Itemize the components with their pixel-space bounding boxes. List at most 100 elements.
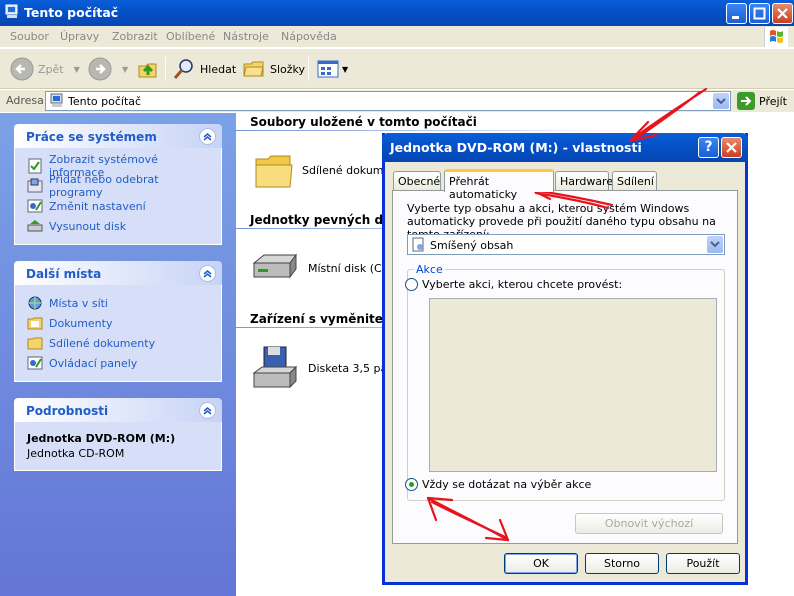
computer-icon (50, 93, 63, 107)
help-button[interactable]: ? (698, 137, 719, 158)
restore-defaults-button[interactable]: Obnovit výchozí (575, 513, 723, 534)
add-remove-programs-icon (27, 178, 43, 193)
my-documents-link[interactable]: Dokumenty (27, 313, 209, 333)
back-dropdown-icon[interactable]: ▼ (74, 65, 80, 74)
other-places-header[interactable]: Další místa (14, 261, 222, 285)
go-arrow-icon (737, 92, 755, 110)
eject-disk-link[interactable]: Vysunout disk (27, 216, 209, 236)
menu-zobrazit[interactable]: Zobrazit (112, 30, 158, 43)
search-icon (173, 59, 193, 79)
task-pane: Práce se systémem Zobrazit systémové inf… (0, 113, 236, 596)
collapse-chevron-icon[interactable] (199, 128, 216, 145)
autoplay-tab-page: Vyberte typ obsahu a akci, kterou systém… (392, 190, 738, 544)
action-list[interactable] (429, 298, 717, 472)
system-info-icon (28, 158, 42, 174)
chevron-down-icon (710, 241, 720, 248)
tab-sharing[interactable]: Sdílení (612, 171, 657, 191)
shared-documents-item[interactable]: Sdílené dokumen (254, 151, 397, 189)
mixed-content-icon (412, 237, 424, 252)
up-folder-button[interactable] (136, 55, 160, 83)
always-ask-radio[interactable]: Vždy se dotázat na výběr akce (405, 478, 591, 491)
folders-icon (243, 61, 264, 77)
collapse-chevron-icon[interactable] (199, 402, 216, 419)
back-button[interactable]: Zpět ▼ (10, 55, 80, 83)
menu-soubor[interactable]: Soubor (10, 30, 49, 43)
eject-icon (27, 220, 43, 232)
system-tasks-body: Zobrazit systémové informace Přidat nebo… (14, 148, 222, 245)
apply-button[interactable]: Použít (666, 553, 740, 574)
documents-folder-icon (27, 317, 43, 330)
maximize-icon (753, 7, 766, 20)
toolbar: Zpět ▼ ▼ Hledat Složky ▼ (0, 49, 794, 89)
radio-button-selected-icon (405, 478, 418, 491)
menu-bar: Soubor Úpravy Zobrazit Oblíbené Nástroje… (0, 26, 794, 48)
tab-general[interactable]: Obecné (393, 171, 441, 191)
minimize-button[interactable] (726, 3, 747, 24)
dialog-title-bar[interactable]: Jednotka DVD-ROM (M:) - vlastnosti ? (382, 133, 748, 162)
floppy-drive-item[interactable]: Disketa 3,5 palce (250, 345, 403, 391)
address-label: Adresa (6, 94, 44, 107)
properties-dialog: Jednotka DVD-ROM (M:) - vlastnosti ? Obe… (382, 133, 748, 585)
folders-button[interactable]: Složky (242, 55, 305, 83)
hard-disk-icon (252, 253, 297, 279)
section-title: Soubory uložené v tomto počítači (250, 115, 477, 129)
ok-button[interactable]: OK (504, 553, 578, 574)
details-body: Jednotka DVD-ROM (M:) Jednotka CD-ROM (14, 422, 222, 471)
windows-logo-icon (764, 27, 788, 47)
toolbar-separator (165, 57, 166, 81)
shared-documents-link[interactable]: Sdílené dokumenty (27, 333, 209, 353)
system-tasks-header[interactable]: Práce se systémem (14, 124, 222, 148)
local-disk-item[interactable]: Místní disk (C:) (250, 251, 390, 285)
close-button[interactable] (772, 3, 793, 24)
toolbar-separator (308, 57, 309, 81)
maximize-button[interactable] (749, 3, 770, 24)
change-settings-link[interactable]: Změnit nastavení (27, 196, 209, 216)
dialog-title: Jednotka DVD-ROM (M:) - vlastnosti (390, 140, 642, 155)
forward-dropdown-icon[interactable]: ▼ (122, 65, 128, 74)
views-dropdown-icon[interactable]: ▼ (342, 65, 348, 74)
window-title: Tento počítač (24, 5, 119, 20)
control-panel-icon (27, 199, 43, 213)
go-button[interactable]: Přejít (737, 92, 787, 110)
details-header[interactable]: Podrobnosti (14, 398, 222, 422)
address-bar: Adresa Tento počítač Přejít (0, 90, 794, 112)
menu-upravy[interactable]: Úpravy (60, 30, 99, 43)
choose-action-radio[interactable]: Vyberte akci, kterou chcete provést: (405, 278, 622, 291)
views-icon (317, 60, 339, 78)
views-button[interactable]: ▼ (316, 55, 348, 83)
folder-icon (255, 155, 293, 188)
collapse-chevron-icon[interactable] (199, 265, 216, 282)
network-globe-icon (28, 296, 42, 310)
details-panel: Podrobnosti Jednotka DVD-ROM (M:) Jednot… (14, 398, 222, 471)
forward-button[interactable]: ▼ (88, 55, 128, 83)
address-input[interactable]: Tento počítač (45, 91, 731, 111)
actions-group-label: Akce (414, 263, 445, 276)
cancel-button[interactable]: Storno (585, 553, 659, 574)
shared-folder-icon (27, 337, 43, 350)
details-item-name: Jednotka DVD-ROM (M:) (27, 432, 176, 445)
control-panel-link[interactable]: Ovládací panely (27, 353, 209, 373)
dialog-close-button[interactable] (721, 137, 742, 158)
control-panel-icon (27, 356, 43, 370)
add-remove-programs-link[interactable]: Přidat nebo odebrat programy (27, 173, 209, 199)
help-icon: ? (704, 139, 713, 155)
menu-napoveda[interactable]: Nápověda (281, 30, 337, 43)
menu-oblibene[interactable]: Oblíbené (166, 30, 215, 43)
tab-autoplay[interactable]: Přehrát automaticky (444, 169, 554, 201)
content-type-select[interactable]: Smíšený obsah (407, 234, 725, 255)
menu-nastroje[interactable]: Nástroje (223, 30, 269, 43)
content-type-dropdown-button[interactable] (707, 236, 723, 253)
window-title-bar[interactable]: Tento počítač (0, 0, 794, 26)
search-button[interactable]: Hledat (172, 55, 236, 83)
minimize-icon (732, 16, 739, 19)
address-dropdown-button[interactable] (713, 93, 729, 109)
actions-group: Akce Vyberte akci, kterou chcete provést… (405, 263, 725, 501)
close-icon (726, 142, 737, 153)
details-item-type: Jednotka CD-ROM (27, 447, 125, 460)
forward-arrow-icon (88, 57, 112, 81)
radio-button-icon (405, 278, 418, 291)
close-icon (777, 8, 788, 19)
tab-hardware[interactable]: Hardware (555, 171, 613, 191)
network-places-link[interactable]: Místa v síti (27, 293, 209, 313)
chevron-down-icon (716, 98, 726, 105)
